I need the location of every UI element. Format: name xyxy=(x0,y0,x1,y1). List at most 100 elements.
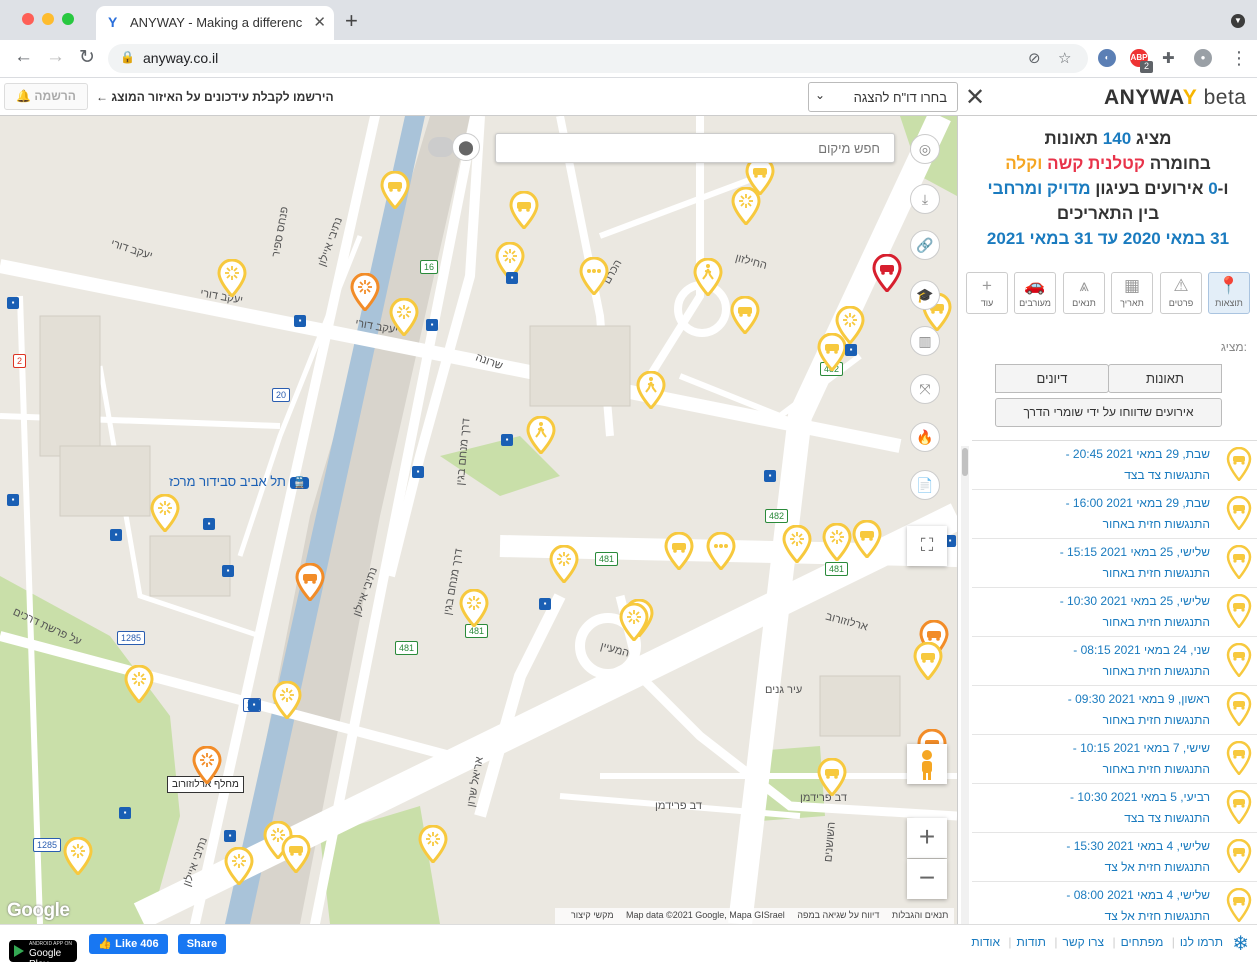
car-accident-marker-icon[interactable] xyxy=(509,190,539,231)
layer-toggle[interactable] xyxy=(428,137,454,157)
collision-marker-icon[interactable] xyxy=(224,846,254,887)
collision-marker-icon[interactable] xyxy=(731,186,761,227)
result-item[interactable]: שלישי, 4 במאי 2021 08:00 - התנגשות חזית א… xyxy=(972,882,1257,924)
zoom-in-button[interactable]: + xyxy=(907,818,947,858)
pedestrian-marker-icon[interactable] xyxy=(526,415,556,456)
bus-stop-icon[interactable]: ▪ xyxy=(7,297,19,309)
bookmark-star-icon[interactable]: ☆ xyxy=(1058,49,1071,67)
shortcuts-link[interactable]: מקשי קיצור xyxy=(571,910,614,920)
car-accident-marker-icon[interactable] xyxy=(913,641,943,682)
bar-chart-icon[interactable]: ▥ xyxy=(910,326,940,356)
collision-marker-icon[interactable] xyxy=(272,680,302,721)
tab-details[interactable]: ⚠ פרטים xyxy=(1160,272,1202,314)
collision-marker-icon[interactable] xyxy=(63,836,93,877)
profile-avatar-icon[interactable]: ● xyxy=(1194,49,1212,67)
zoom-out-button[interactable]: − xyxy=(907,859,947,899)
result-item[interactable]: שלישי, 25 במאי 2021 10:30 - התנגשות חזית … xyxy=(972,588,1257,637)
discussions-button[interactable]: דיונים xyxy=(995,364,1109,393)
car-accident-marker-icon[interactable] xyxy=(664,531,694,572)
accident-map[interactable]: יעקב דורי יעקב דורי יעקב דורי נתיבי אייל… xyxy=(0,116,957,924)
collision-marker-icon[interactable] xyxy=(350,272,380,313)
tab-date[interactable]: ▦ תאריך xyxy=(1111,272,1153,314)
collision-marker-icon[interactable] xyxy=(459,588,489,629)
window-minimize-button[interactable] xyxy=(42,13,54,25)
forward-icon[interactable]: → xyxy=(46,46,65,68)
bus-stop-icon[interactable]: ▪ xyxy=(539,598,551,610)
my-location-icon[interactable]: ◎ xyxy=(910,134,940,164)
car-accident-marker-icon[interactable] xyxy=(872,253,902,294)
bus-stop-icon[interactable]: ▪ xyxy=(501,434,513,446)
bus-stop-icon[interactable]: ▪ xyxy=(224,830,236,842)
facebook-share-button[interactable]: Share xyxy=(178,934,226,954)
location-blocked-icon[interactable]: ⊘ xyxy=(1028,49,1041,67)
report-error-link[interactable]: דיווח על שגיאה במפה xyxy=(797,910,879,920)
other-accident-marker-icon[interactable] xyxy=(706,531,736,572)
collision-marker-icon[interactable] xyxy=(217,258,247,299)
collision-marker-icon[interactable] xyxy=(124,664,154,705)
bus-stop-icon[interactable]: ▪ xyxy=(506,272,518,284)
download-icon[interactable]: ⤓ xyxy=(910,184,940,214)
bus-stop-icon[interactable]: ▪ xyxy=(294,315,306,327)
browser-tab[interactable]: Y ANYWAY - Making a difference ✕ xyxy=(96,6,334,40)
car-accident-marker-icon[interactable] xyxy=(380,170,410,211)
window-maximize-button[interactable] xyxy=(62,13,74,25)
close-sidebar-icon[interactable]: ✕ xyxy=(965,83,985,112)
tab-conditions[interactable]: ⩓ תנאים xyxy=(1063,272,1105,314)
result-item[interactable]: שלישי, 25 במאי 2021 15:15 - התנגשות חזית … xyxy=(972,539,1257,588)
facebook-like-button[interactable]: 👍 Like 406 xyxy=(89,934,168,954)
street-view-pegman-icon[interactable] xyxy=(907,744,947,784)
terms-link[interactable]: תנאים והגבלות xyxy=(892,910,949,920)
pedestrian-marker-icon[interactable] xyxy=(636,370,666,411)
collision-marker-icon[interactable] xyxy=(418,824,448,865)
thanks-link[interactable]: תודות xyxy=(1017,935,1046,949)
collision-marker-icon[interactable] xyxy=(192,745,222,786)
car-accident-marker-icon[interactable] xyxy=(281,834,311,875)
new-tab-icon[interactable]: + xyxy=(345,8,358,34)
address-bar[interactable]: 🔒 anyway.co.il ⊘ ☆ xyxy=(108,44,1088,73)
bus-stop-icon[interactable]: ▪ xyxy=(248,699,260,711)
browser-menu-icon[interactable]: ⋮ xyxy=(1230,48,1248,69)
report-select[interactable]: בחרו דו"ח להצגה ⌄ xyxy=(808,82,958,112)
about-link[interactable]: אודות xyxy=(971,935,1000,949)
reload-icon[interactable]: ↻ xyxy=(79,46,95,69)
car-accident-marker-icon[interactable] xyxy=(852,519,882,560)
car-accident-marker-icon[interactable] xyxy=(817,757,847,798)
collision-marker-icon[interactable] xyxy=(549,544,579,585)
location-pin-icon[interactable]: ⬤ xyxy=(452,133,480,161)
accidents-button[interactable]: תאונות xyxy=(1108,364,1222,393)
bus-stop-icon[interactable]: ▪ xyxy=(203,518,215,530)
bus-stop-icon[interactable]: ▪ xyxy=(110,529,122,541)
google-play-badge[interactable]: ANDROID APP ON Google Play xyxy=(9,940,77,962)
bus-stop-icon[interactable]: ▪ xyxy=(426,319,438,331)
extension-1-icon[interactable]: ◐ xyxy=(1098,49,1116,67)
bus-stop-icon[interactable]: ▪ xyxy=(7,494,19,506)
pedestrian-marker-icon[interactable] xyxy=(693,257,723,298)
tab-search-icon[interactable]: ▼ xyxy=(1231,14,1245,28)
donate-link[interactable]: תרמו לנו xyxy=(1180,935,1223,949)
flame-icon[interactable]: 🔥 xyxy=(910,422,940,452)
scrollbar-thumb[interactable] xyxy=(962,448,968,476)
other-accident-marker-icon[interactable] xyxy=(579,256,609,297)
collision-marker-icon[interactable] xyxy=(822,522,852,563)
tab-more[interactable]: + עוד xyxy=(966,272,1008,314)
link-icon[interactable]: 🔗 xyxy=(910,230,940,260)
result-item[interactable]: שבת, 29 במאי 2021 20:45 - התנגשות צד בצד xyxy=(972,441,1257,490)
extensions-puzzle-icon[interactable]: ✚ xyxy=(1162,49,1175,67)
result-item[interactable]: שלישי, 4 במאי 2021 15:30 - התנגשות חזית א… xyxy=(972,833,1257,882)
fullscreen-icon[interactable]: ⛶ xyxy=(907,526,947,566)
tab-close-icon[interactable]: ✕ xyxy=(313,13,326,31)
tab-involved[interactable]: 🚗 מעורבים xyxy=(1014,272,1056,314)
tab-results[interactable]: 📍 תוצאות xyxy=(1208,272,1250,314)
contact-link[interactable]: צרו קשר xyxy=(1062,935,1104,949)
developers-link[interactable]: מפתחים xyxy=(1121,935,1164,949)
collision-marker-icon[interactable] xyxy=(150,493,180,534)
car-accident-marker-icon[interactable] xyxy=(295,562,325,603)
register-updates-link[interactable]: הירשמו לקבלת עידכונים על האיזור המוצג ← xyxy=(96,90,334,104)
collision-marker-icon[interactable] xyxy=(389,297,419,338)
results-scrollbar[interactable] xyxy=(961,446,969,924)
result-item[interactable]: שני, 24 במאי 2021 08:15 - התנגשות חזית בא… xyxy=(972,637,1257,686)
expand-icon[interactable]: ⤧ xyxy=(910,374,940,404)
location-search-input[interactable] xyxy=(496,134,894,162)
bus-stop-icon[interactable]: ▪ xyxy=(222,565,234,577)
register-button[interactable]: 🔔 הרשמה xyxy=(4,83,88,110)
